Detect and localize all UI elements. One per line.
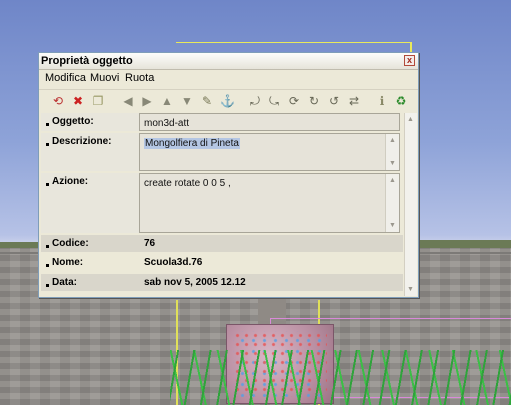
label-oggetto: Oggetto: [52,116,94,127]
row-azione: Azione: create rotate 0 0 5 , ▲ ▼ [41,173,403,233]
label-wrap: Nome: [46,257,83,268]
label-cell: Oggetto: [41,113,139,131]
label-wrap: Descrizione: [46,136,111,147]
row-data: Data: sab nov 5, 2005 12.12 [41,274,403,291]
label-wrap: Oggetto: [46,116,94,127]
row-oggetto: Oggetto: mon3d-att [41,113,403,131]
close-button[interactable]: x [404,55,415,66]
scroll-up-icon[interactable]: ▲ [388,136,397,145]
rotate-yz-icon[interactable]: ⇄ [347,94,361,108]
menu-modifica[interactable]: Modifica [45,72,86,84]
refresh-icon[interactable]: ♻ [394,94,408,108]
label-nome: Nome: [52,257,84,268]
row-nome: Nome: Scuola3d.76 [41,254,403,273]
object-properties-dialog: Proprietà oggetto x Modifica Muovi Ruota… [38,52,419,298]
scroll-down-icon[interactable]: ▼ [388,221,397,230]
menu-ruota[interactable]: Ruota [125,72,154,84]
row-codice: Codice: 76 [41,235,403,252]
rotate-z-icon[interactable]: ⟳ [287,94,301,108]
toolbar: ⟲ ✖ ❐ ◀ ▶ ▲ ▼ ✎ ⚓ ⤾ ⤿ ⟳ ↻ ↺ ⇄ ℹ ♻ [39,89,418,112]
scroll-up-icon[interactable]: ▲ [406,115,415,124]
pin-icon[interactable]: ✎ [200,94,214,108]
label-wrap: Codice: [46,238,89,249]
menu-bar: Modifica Muovi Ruota [39,70,418,86]
row-descrizione: Descrizione: Mongolfiera di Pineta ▲ ▼ [41,133,403,171]
window-title: Proprietà oggetto [41,55,133,67]
nome-value: Scuola3d.76 [144,257,203,268]
oggetto-value: mon3d-att [144,118,190,129]
descrizione-value: Mongolfiera di Pineta [144,138,240,149]
scroll-up-icon[interactable]: ▲ [388,176,397,185]
title-bar[interactable]: Proprietà oggetto x [39,53,418,70]
property-grid: Oggetto: mon3d-att Descrizione: Mongolfi… [41,113,403,296]
label-wrap: Data: [46,277,77,288]
rotate-xy-icon[interactable]: ↻ [307,94,321,108]
move-down-icon[interactable]: ▼ [180,94,194,108]
oggetto-field[interactable]: mon3d-att [139,113,400,131]
info-icon[interactable]: ℹ [375,94,389,108]
delete-icon[interactable]: ✖ [71,94,85,108]
copy-icon[interactable]: ❐ [91,94,105,108]
label-cell: Descrizione: [41,133,139,171]
anchor-icon[interactable]: ⚓ [220,94,235,108]
rotate-xz-icon[interactable]: ↺ [327,94,341,108]
grass [170,350,511,405]
descrizione-textarea[interactable]: Mongolfiera di Pineta ▲ ▼ [139,133,400,171]
bullet-icon [46,245,49,248]
move-up-icon[interactable]: ▲ [160,94,174,108]
rotate-y-icon[interactable]: ⤿ [267,94,281,108]
selection-bounding-box-top [176,42,412,45]
label-descrizione: Descrizione: [52,136,112,147]
menu-muovi[interactable]: Muovi [90,72,119,84]
scroll-down-icon[interactable]: ▼ [388,159,397,168]
label-wrap: Azione: [46,176,88,187]
label-data: Data: [52,277,78,288]
move-left-icon[interactable]: ◀ [121,94,135,108]
label-codice: Codice: [52,238,89,249]
bullet-icon [46,284,49,287]
azione-textarea[interactable]: create rotate 0 0 5 , ▲ ▼ [139,173,400,233]
label-cell: Azione: [41,173,139,233]
scroll-down-icon[interactable]: ▼ [406,285,415,294]
bullet-icon [46,123,49,126]
data-value: sab nov 5, 2005 12.12 [144,277,246,288]
bullet-icon [46,183,49,186]
label-azione: Azione: [52,176,89,187]
move-right-icon[interactable]: ▶ [140,94,154,108]
bullet-icon [46,143,49,146]
bullet-icon [46,264,49,267]
azione-scrollbar[interactable]: ▲ ▼ [385,174,399,232]
descrizione-scrollbar[interactable]: ▲ ▼ [385,134,399,170]
rotate-x-icon[interactable]: ⤾ [248,94,262,108]
dialog-scrollbar[interactable]: ▲ ▼ [404,113,417,296]
azione-value: create rotate 0 0 5 , [144,178,231,189]
codice-value: 76 [144,238,156,249]
undo-icon[interactable]: ⟲ [51,94,65,108]
